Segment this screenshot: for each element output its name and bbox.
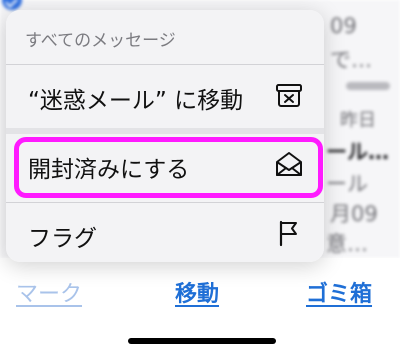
selected-check-icon [2, 0, 22, 10]
open-envelope-icon [274, 149, 304, 179]
bg-row2-title: ール… [326, 140, 389, 164]
flag-icon [274, 218, 304, 248]
bg-row2-snippet: ール [326, 172, 368, 196]
bg-row3-snippet: 意… [326, 232, 368, 256]
menu-item-label: フラグ [28, 226, 97, 252]
menu-item-mark-as-read[interactable]: 開封済みにする [6, 136, 324, 192]
bg-row1-date: 09 [330, 14, 357, 38]
menu-divider [6, 128, 324, 134]
bg-row1-snippet: で… [330, 48, 372, 72]
home-indicator [128, 338, 276, 344]
menu-divider [6, 64, 324, 65]
screen: 09 で… 昨日 ール… ール 月09 意… マーク 移動 ゴミ箱 すべてのメッ… [0, 0, 400, 351]
junk-box-icon [274, 80, 304, 110]
mark-button[interactable]: マーク [16, 276, 82, 308]
menu-header: すべてのメッセージ [25, 31, 176, 51]
menu-item-label: 開封済みにする [28, 157, 190, 183]
trash-button[interactable]: ゴミ箱 [306, 276, 372, 308]
context-menu: すべてのメッセージ “迷惑メール” に移動 開封済みにする フラグ [6, 10, 324, 262]
menu-divider [6, 202, 324, 203]
bg-row1-line [346, 82, 390, 90]
menu-item-label: “迷惑メール” に移動 [28, 88, 244, 114]
bg-row2-date: 昨日 [340, 110, 376, 131]
menu-item-move-to-junk[interactable]: “迷惑メール” に移動 [6, 67, 324, 123]
move-button[interactable]: 移動 [175, 276, 219, 308]
bg-row3-date: 月09 [330, 202, 378, 226]
menu-item-flag[interactable]: フラグ [6, 205, 324, 261]
